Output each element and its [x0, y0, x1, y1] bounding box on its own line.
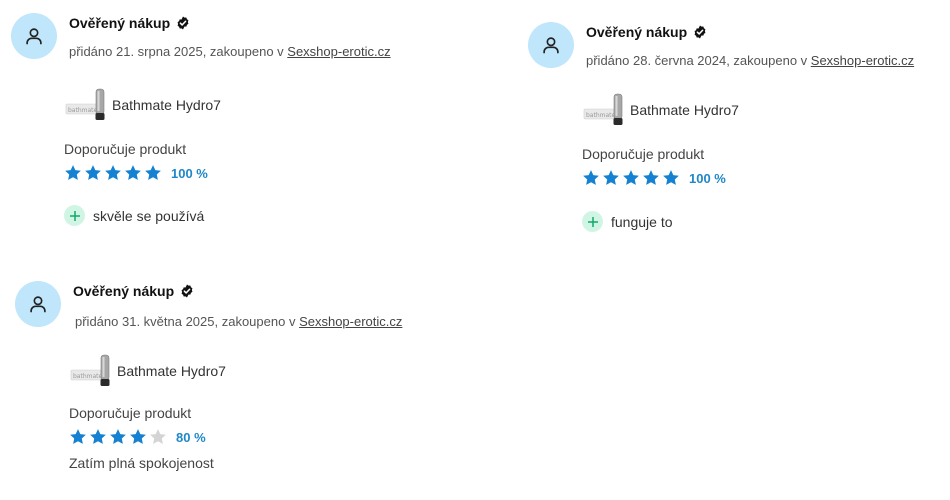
plus-icon: [582, 211, 603, 232]
user-outline-icon: [26, 28, 42, 45]
rating-stars: [69, 428, 169, 446]
review-header-text: Ověřený nákup přidáno 21. srpna 2025, za…: [69, 13, 391, 59]
shop-link[interactable]: Sexshop-erotic.cz: [811, 53, 914, 68]
shop-link[interactable]: Sexshop-erotic.cz: [287, 44, 390, 59]
review-header-text: Ověřený nákup přidáno 28. června 2024, z…: [586, 22, 914, 68]
star-icon: [69, 428, 87, 446]
verified-purchase: Ověřený nákup: [69, 14, 391, 32]
review-header: Ověřený nákup přidáno 31. května 2025, z…: [15, 281, 402, 329]
verified-purchase: Ověřený nákup: [586, 23, 914, 41]
review-date-text: přidáno 28. června 2024, zakoupeno v: [586, 53, 811, 68]
verified-label: Ověřený nákup: [73, 283, 175, 299]
star-icon: [149, 428, 167, 446]
recommend-label: Doporučuje produkt: [582, 146, 705, 162]
pro-item: funguje to: [582, 211, 914, 232]
avatar: [528, 22, 574, 68]
check-circle-icon: [176, 16, 190, 30]
thumb-brand: bathmate: [68, 107, 98, 114]
review-header: Ověřený nákup přidáno 21. srpna 2025, za…: [11, 13, 391, 59]
user-outline-icon: [30, 296, 46, 313]
reviewed-product[interactable]: bathmate Bathmate Hydro7: [69, 353, 402, 389]
star-icon: [582, 169, 600, 187]
review-date-text: přidáno 31. května 2025, zakoupeno v: [75, 314, 300, 329]
check-circle-icon: [180, 284, 194, 298]
plus-icon: [64, 205, 85, 226]
reviewed-product[interactable]: bathmate Bathmate Hydro7: [64, 87, 391, 123]
avatar: [11, 13, 57, 59]
pro-text: funguje to: [611, 213, 673, 230]
product-thumbnail: bathmate: [582, 92, 626, 128]
star-icon: [129, 428, 147, 446]
verified-label: Ověřený nákup: [586, 24, 688, 40]
star-icon: [124, 164, 142, 182]
review-card: Ověřený nákup přidáno 31. května 2025, z…: [15, 281, 402, 471]
review-meta: přidáno 31. května 2025, zakoupeno v Sex…: [75, 314, 402, 329]
star-icon: [109, 428, 127, 446]
product-thumbnail: bathmate: [69, 353, 113, 389]
star-icon: [602, 169, 620, 187]
pro-text: skvěle se používá: [93, 207, 205, 224]
product-name: Bathmate Hydro7: [630, 102, 739, 118]
verified-label: Ověřený nákup: [69, 15, 171, 31]
review-header-text: Ověřený nákup přidáno 31. května 2025, z…: [73, 281, 402, 329]
pro-item: skvěle se používá: [64, 205, 391, 226]
review-meta: přidáno 21. srpna 2025, zakoupeno v Sexs…: [69, 44, 391, 59]
reviewed-product[interactable]: bathmate Bathmate Hydro7: [582, 92, 914, 128]
star-icon: [104, 164, 122, 182]
review-meta: přidáno 28. června 2024, zakoupeno v Sex…: [586, 53, 914, 68]
recommend-label: Doporučuje produkt: [69, 405, 192, 421]
product-name: Bathmate Hydro7: [112, 97, 221, 113]
star-icon: [84, 164, 102, 182]
thumb-brand: bathmate: [73, 373, 103, 380]
star-icon: [622, 169, 640, 187]
star-icon: [662, 169, 680, 187]
thumb-brand: bathmate: [586, 112, 616, 119]
rating: 100 %: [582, 169, 914, 187]
rating-percent: 100 %: [689, 170, 726, 186]
rating-stars: [64, 164, 164, 182]
verified-purchase: Ověřený nákup: [73, 282, 402, 300]
product-thumbnail: bathmate: [64, 87, 108, 123]
product-name: Bathmate Hydro7: [117, 363, 226, 379]
rating: 80 %: [69, 428, 402, 446]
check-circle-icon: [693, 25, 707, 39]
review-header: Ověřený nákup přidáno 28. června 2024, z…: [528, 22, 914, 68]
star-icon: [64, 164, 82, 182]
star-icon: [89, 428, 107, 446]
review-card: Ověřený nákup přidáno 28. června 2024, z…: [528, 22, 914, 232]
rating: 100 %: [64, 164, 391, 182]
star-icon: [144, 164, 162, 182]
review-comment: Zatím plná spokojenost: [69, 455, 214, 471]
recommend-label: Doporučuje produkt: [64, 141, 187, 157]
review-card: Ověřený nákup přidáno 21. srpna 2025, za…: [11, 13, 391, 226]
rating-percent: 80 %: [176, 429, 206, 445]
rating-stars: [582, 169, 682, 187]
shop-link[interactable]: Sexshop-erotic.cz: [299, 314, 402, 329]
avatar: [15, 281, 61, 327]
star-icon: [642, 169, 660, 187]
review-date-text: přidáno 21. srpna 2025, zakoupeno v: [69, 44, 288, 59]
rating-percent: 100 %: [171, 165, 208, 181]
user-outline-icon: [543, 37, 559, 54]
